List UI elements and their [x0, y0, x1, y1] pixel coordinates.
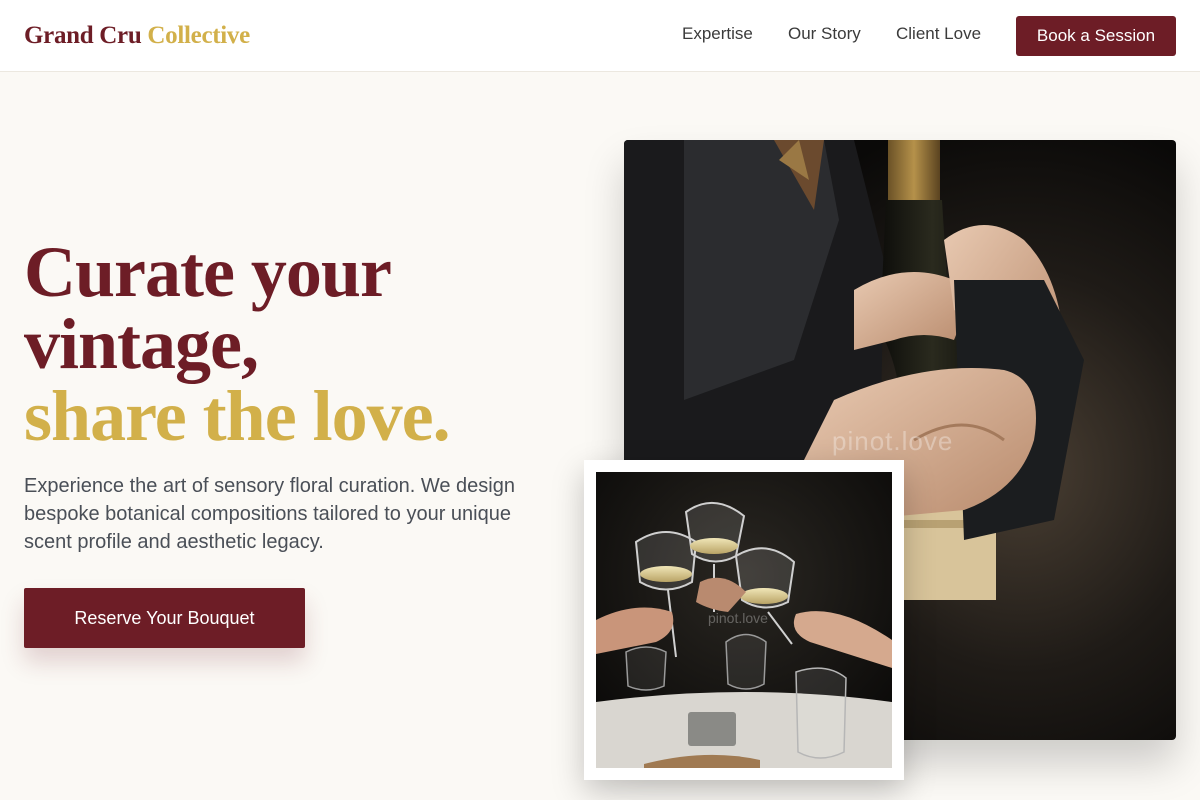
hero-headline-line-2: vintage, — [24, 304, 259, 384]
logo-part-1: Grand Cru — [24, 22, 142, 49]
nav-link-our-story[interactable]: Our Story — [788, 24, 861, 44]
main-image-watermark: pinot.love — [832, 426, 954, 456]
hero-headline-line-3: share the love. — [24, 376, 451, 456]
nav-link-expertise[interactable]: Expertise — [682, 24, 753, 44]
inset-image-frame: pinot.love — [584, 460, 904, 780]
nav-link-client-love[interactable]: Client Love — [896, 24, 981, 44]
inset-image-watermark: pinot.love — [708, 610, 768, 626]
hero-headline-line-1: Curate your — [24, 232, 392, 312]
site-header: Grand Cru Collective Expertise Our Story… — [0, 0, 1200, 72]
reserve-bouquet-button[interactable]: Reserve Your Bouquet — [24, 588, 305, 648]
inset-image-toast: pinot.love — [596, 472, 892, 768]
logo[interactable]: Grand Cru Collective — [24, 22, 250, 50]
book-session-button[interactable]: Book a Session — [1016, 16, 1176, 56]
logo-part-2: Collective — [147, 22, 250, 49]
hero-description: Experience the art of sensory floral cur… — [24, 475, 515, 553]
